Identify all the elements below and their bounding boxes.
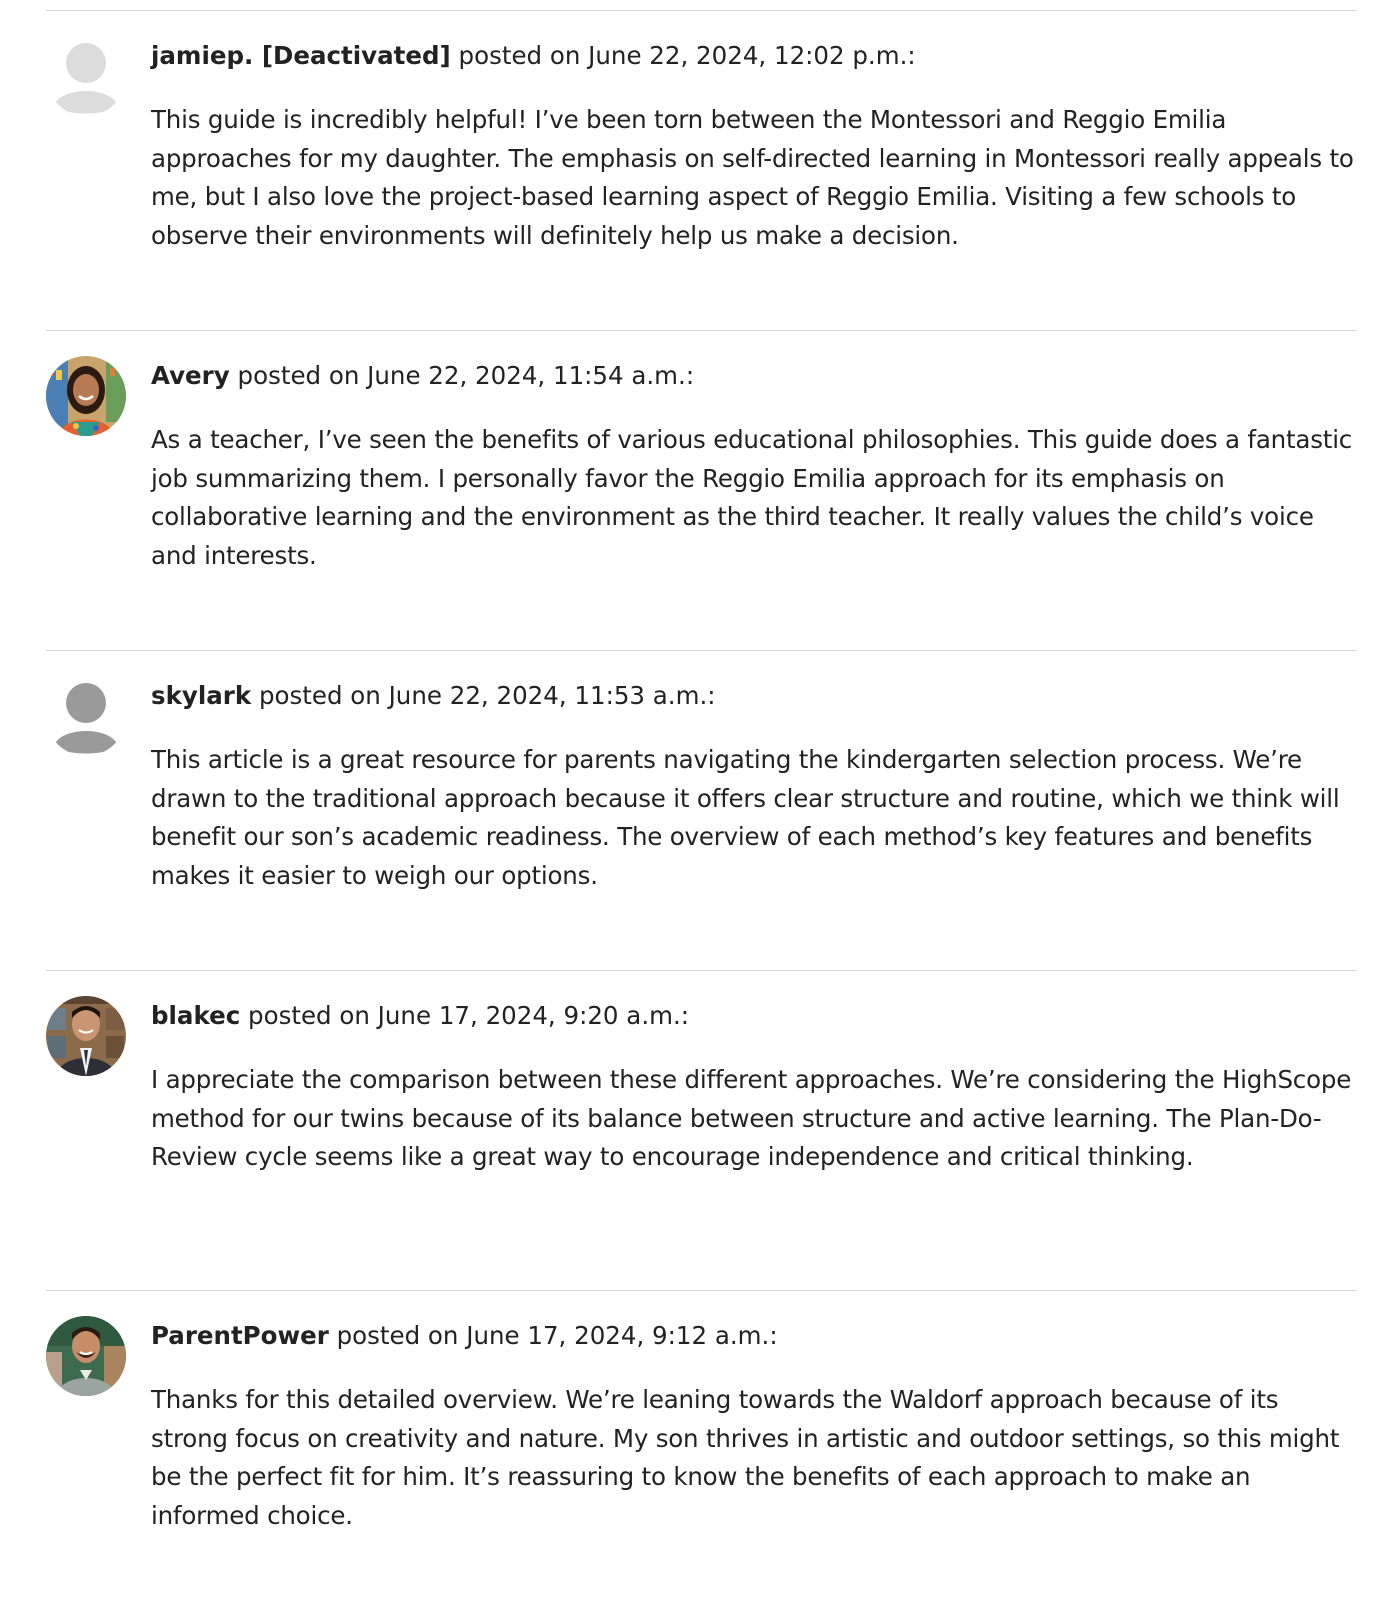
comment-meta: blakec posted on June 17, 2024, 9:20 a.m… <box>151 998 1356 1034</box>
comment-meta: skylark posted on June 22, 2024, 11:53 a… <box>151 678 1356 714</box>
comment-timestamp: posted on June 17, 2024, 9:12 a.m.: <box>336 1321 778 1350</box>
comment-timestamp: posted on June 17, 2024, 9:20 a.m.: <box>248 1001 690 1030</box>
comment: skylark posted on June 22, 2024, 11:53 a… <box>46 650 1356 970</box>
comment-text: This article is a great resource for par… <box>151 745 1340 890</box>
comment-timestamp: posted on June 22, 2024, 11:53 a.m.: <box>258 681 716 710</box>
comment: ParentPower posted on June 17, 2024, 9:1… <box>46 1290 1356 1610</box>
comment: jamiep. [Deactivated] posted on June 22,… <box>46 10 1356 330</box>
comment-timestamp: posted on June 22, 2024, 12:02 p.m.: <box>458 41 916 70</box>
comment-author[interactable]: ParentPower <box>151 1321 329 1350</box>
comment-author[interactable]: jamiep. [Deactivated] <box>151 41 451 70</box>
default-avatar-icon[interactable] <box>46 36 126 116</box>
comment-author[interactable]: Avery <box>151 361 230 390</box>
comment-text: Thanks for this detailed overview. We’re… <box>151 1385 1340 1530</box>
comment-author[interactable]: blakec <box>151 1001 240 1030</box>
user-photo-avatar[interactable] <box>46 1316 126 1396</box>
user-photo-avatar[interactable] <box>46 996 126 1076</box>
user-photo-avatar[interactable] <box>46 356 126 436</box>
comment-text: I appreciate the comparison between thes… <box>151 1065 1352 1171</box>
comment: Avery posted on June 22, 2024, 11:54 a.m… <box>46 330 1356 650</box>
comment-meta: Avery posted on June 22, 2024, 11:54 a.m… <box>151 358 1356 394</box>
comment-meta: ParentPower posted on June 17, 2024, 9:1… <box>151 1318 1356 1354</box>
comment-text: As a teacher, I’ve seen the benefits of … <box>151 425 1353 570</box>
default-avatar-icon[interactable] <box>46 676 126 756</box>
comment-timestamp: posted on June 22, 2024, 11:54 a.m.: <box>237 361 695 390</box>
comment: blakec posted on June 17, 2024, 9:20 a.m… <box>46 970 1356 1290</box>
comment-text: This guide is incredibly helpful! I’ve b… <box>151 105 1354 250</box>
comment-meta: jamiep. [Deactivated] posted on June 22,… <box>151 38 1356 74</box>
comment-list: jamiep. [Deactivated] posted on June 22,… <box>46 10 1356 1610</box>
comment-author[interactable]: skylark <box>151 681 251 710</box>
